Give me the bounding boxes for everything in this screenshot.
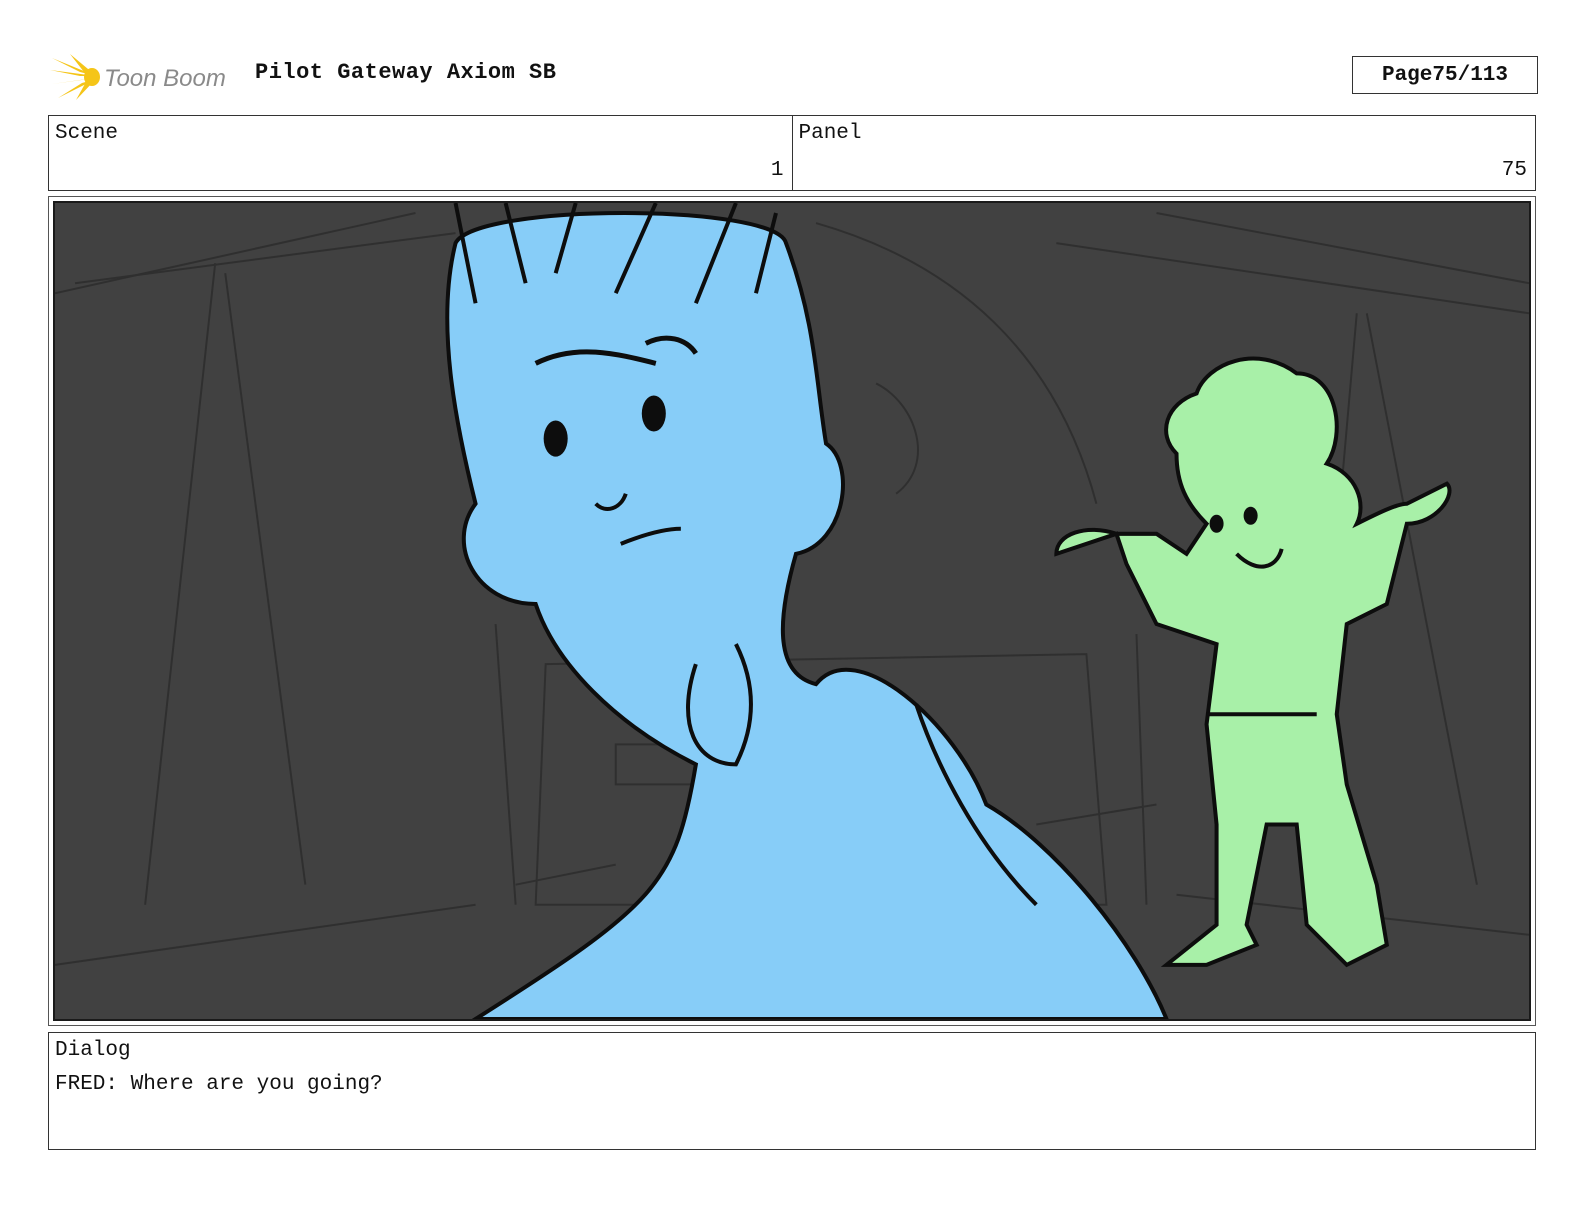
dialog-text: FRED: Where are you going? [55, 1073, 383, 1096]
page-number: 75/113 [1432, 63, 1509, 87]
scene-number: 1 [770, 159, 784, 182]
panel-number: 75 [1501, 159, 1527, 182]
blue-character [445, 203, 1169, 1019]
page-label: Page [1381, 63, 1433, 87]
panel-label: Panel [798, 122, 862, 145]
toon-boom-logo: Toon Boom [50, 52, 240, 102]
toon-boom-logo-icon: Toon Boom [50, 54, 226, 100]
storyboard-panel [48, 196, 1536, 1026]
scene-panel-info: Scene 1 Panel 75 [48, 115, 1536, 191]
svg-text:Toon Boom: Toon Boom [104, 65, 226, 92]
green-character [1054, 356, 1452, 968]
dialog-label: Dialog [55, 1039, 131, 1062]
sketch-illustration [55, 203, 1529, 1019]
scene-cell: Scene 1 [49, 116, 792, 190]
dialog-section: Dialog FRED: Where are you going? [48, 1032, 1536, 1150]
page-indicator: Page 75/113 [1352, 56, 1538, 94]
scene-label: Scene [55, 122, 119, 145]
page-header: Toon Boom Pilot Gateway Axiom SB Page 75… [50, 50, 1538, 106]
panel-drawing [53, 201, 1531, 1021]
document-title: Pilot Gateway Axiom SB [255, 60, 557, 85]
panel-cell: Panel 75 [791, 116, 1536, 190]
